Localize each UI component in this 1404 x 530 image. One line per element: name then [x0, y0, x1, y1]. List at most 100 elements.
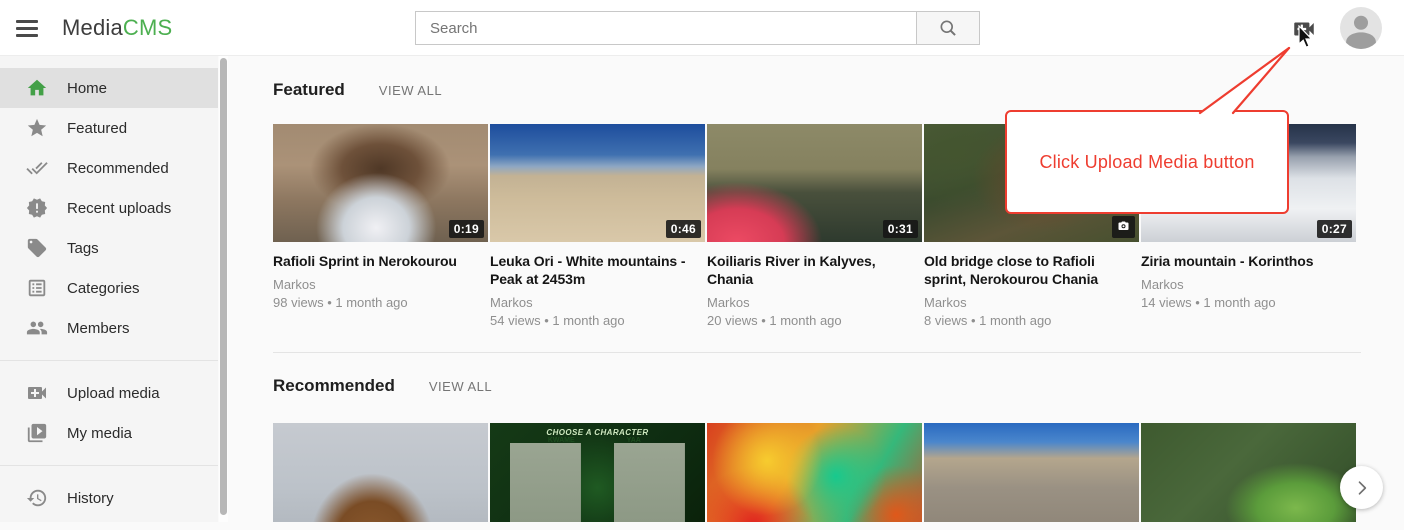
- media-author[interactable]: Markos: [924, 295, 1139, 310]
- media-title[interactable]: Koiliaris River in Kalyves, Chania: [707, 253, 919, 289]
- media-thumbnail[interactable]: [707, 423, 922, 522]
- duration-badge: 0:19: [449, 220, 484, 238]
- media-card: 0:31 Koiliaris River in Kalyves, Chania …: [707, 124, 922, 328]
- sidebar-item-label: Tags: [67, 240, 99, 257]
- image-media-badge: [1112, 216, 1135, 238]
- media-author[interactable]: Markos: [273, 277, 488, 292]
- user-avatar-icon: [1340, 7, 1382, 49]
- featured-view-all-link[interactable]: VIEW ALL: [379, 83, 442, 98]
- media-title[interactable]: Rafioli Sprint in Nerokourou: [273, 253, 485, 271]
- search-input[interactable]: [415, 11, 917, 45]
- media-thumbnail[interactable]: [924, 423, 1139, 522]
- sidebar-item-recent-uploads[interactable]: Recent uploads: [0, 188, 218, 228]
- media-thumbnail[interactable]: 0:19: [273, 124, 488, 242]
- sidebar-item-label: My media: [67, 425, 132, 442]
- annotation-callout: Click Upload Media button: [1005, 110, 1289, 214]
- menu-icon[interactable]: [16, 17, 40, 39]
- media-card: CHOOSE A CHARACTER KWAME YAA Selected Se…: [490, 423, 705, 522]
- media-card: [924, 423, 1139, 522]
- media-card: [1141, 423, 1356, 522]
- media-author[interactable]: Markos: [1141, 277, 1356, 292]
- video-call-icon: [25, 381, 49, 405]
- thumbnail-text: YAA: [598, 437, 669, 444]
- logo[interactable]: MediaCMS: [62, 0, 172, 56]
- media-meta: 98 views • 1 month ago: [273, 295, 488, 310]
- media-thumbnail[interactable]: CHOOSE A CHARACTER KWAME YAA Selected Se…: [490, 423, 705, 522]
- sidebar-item-categories[interactable]: Categories: [0, 268, 218, 308]
- media-title[interactable]: Old bridge close to Rafioli sprint, Nero…: [924, 253, 1136, 289]
- media-author[interactable]: Markos: [490, 295, 705, 310]
- sidebar-item-home[interactable]: Home: [0, 68, 218, 108]
- media-card: [273, 423, 488, 522]
- media-meta: 20 views • 1 month ago: [707, 313, 922, 328]
- media-card: [707, 423, 922, 522]
- logo-media-text: Media: [62, 15, 123, 40]
- media-thumbnail[interactable]: 0:46: [490, 124, 705, 242]
- sidebar-item-label: Members: [67, 320, 130, 337]
- sidebar-item-label: Upload media: [67, 385, 160, 402]
- star-icon: [25, 116, 49, 140]
- media-title[interactable]: Ziria mountain - Korinthos: [1141, 253, 1353, 271]
- section-divider: [273, 352, 1361, 353]
- sidebar-item-tags[interactable]: Tags: [0, 228, 218, 268]
- sidebar-scrollbar: [219, 56, 228, 522]
- media-title[interactable]: Leuka Ori - White mountains - Peak at 24…: [490, 253, 702, 289]
- sidebar-group-main: Home Featured Recommended Recent uploads…: [0, 56, 218, 360]
- carousel-next-button[interactable]: [1340, 466, 1383, 509]
- people-icon: [25, 316, 49, 340]
- media-thumbnail[interactable]: [1141, 423, 1356, 522]
- recommended-view-all-link[interactable]: VIEW ALL: [429, 379, 492, 394]
- chevron-right-icon: [1352, 478, 1372, 498]
- sidebar-item-history[interactable]: History: [0, 478, 218, 518]
- home-icon: [25, 76, 49, 100]
- thumbnail-text: KWAME: [526, 437, 597, 444]
- video-library-icon: [25, 421, 49, 445]
- new-releases-icon: [25, 196, 49, 220]
- search-bar: [415, 11, 980, 45]
- done-all-icon: [25, 156, 49, 180]
- logo-cms-text: CMS: [123, 15, 173, 40]
- sidebar-item-my-media[interactable]: My media: [0, 413, 218, 453]
- sidebar-group-history: History: [0, 465, 218, 530]
- sidebar-item-featured[interactable]: Featured: [0, 108, 218, 148]
- search-button[interactable]: [917, 11, 980, 45]
- annotation-text: Click Upload Media button: [1039, 152, 1254, 173]
- sidebar-item-label: Recent uploads: [67, 200, 171, 217]
- history-icon: [25, 486, 49, 510]
- duration-badge: 0:27: [1317, 220, 1352, 238]
- media-author[interactable]: Markos: [707, 295, 922, 310]
- sidebar-item-upload-media[interactable]: Upload media: [0, 373, 218, 413]
- media-thumbnail[interactable]: [273, 423, 488, 522]
- featured-section-header: Featured VIEW ALL: [273, 80, 442, 100]
- sidebar-item-label: Categories: [67, 280, 140, 297]
- sidebar-item-label: Featured: [67, 120, 127, 137]
- media-card: 0:46 Leuka Ori - White mountains - Peak …: [490, 124, 705, 328]
- sidebar-item-members[interactable]: Members: [0, 308, 218, 348]
- media-meta: 14 views • 1 month ago: [1141, 295, 1356, 310]
- recommended-section-header: Recommended VIEW ALL: [273, 376, 492, 396]
- section-title: Featured: [273, 80, 345, 100]
- media-meta: 8 views • 1 month ago: [924, 313, 1139, 328]
- search-icon: [938, 18, 958, 38]
- media-meta: 54 views • 1 month ago: [490, 313, 705, 328]
- sidebar-item-label: Recommended: [67, 160, 169, 177]
- sidebar-item-recommended[interactable]: Recommended: [0, 148, 218, 188]
- duration-badge: 0:46: [666, 220, 701, 238]
- avatar[interactable]: [1340, 7, 1382, 49]
- list-alt-icon: [25, 276, 49, 300]
- recommended-row: CHOOSE A CHARACTER KWAME YAA Selected Se…: [273, 423, 1356, 522]
- sidebar: Home Featured Recommended Recent uploads…: [0, 56, 218, 522]
- scrollbar-thumb[interactable]: [220, 58, 227, 515]
- top-bar: MediaCMS: [0, 0, 1404, 56]
- duration-badge: 0:31: [883, 220, 918, 238]
- sidebar-item-label: History: [67, 490, 114, 507]
- upload-media-icon[interactable]: [1291, 16, 1317, 42]
- media-thumbnail[interactable]: 0:31: [707, 124, 922, 242]
- camera-icon: [1117, 220, 1130, 232]
- sidebar-item-label: Home: [67, 80, 107, 97]
- section-title: Recommended: [273, 376, 395, 396]
- sidebar-group-media: Upload media My media: [0, 360, 218, 465]
- thumbnail-text: CHOOSE A CHARACTER: [490, 428, 705, 437]
- media-card: 0:19 Rafioli Sprint in Nerokourou Markos…: [273, 124, 488, 328]
- tag-icon: [25, 236, 49, 260]
